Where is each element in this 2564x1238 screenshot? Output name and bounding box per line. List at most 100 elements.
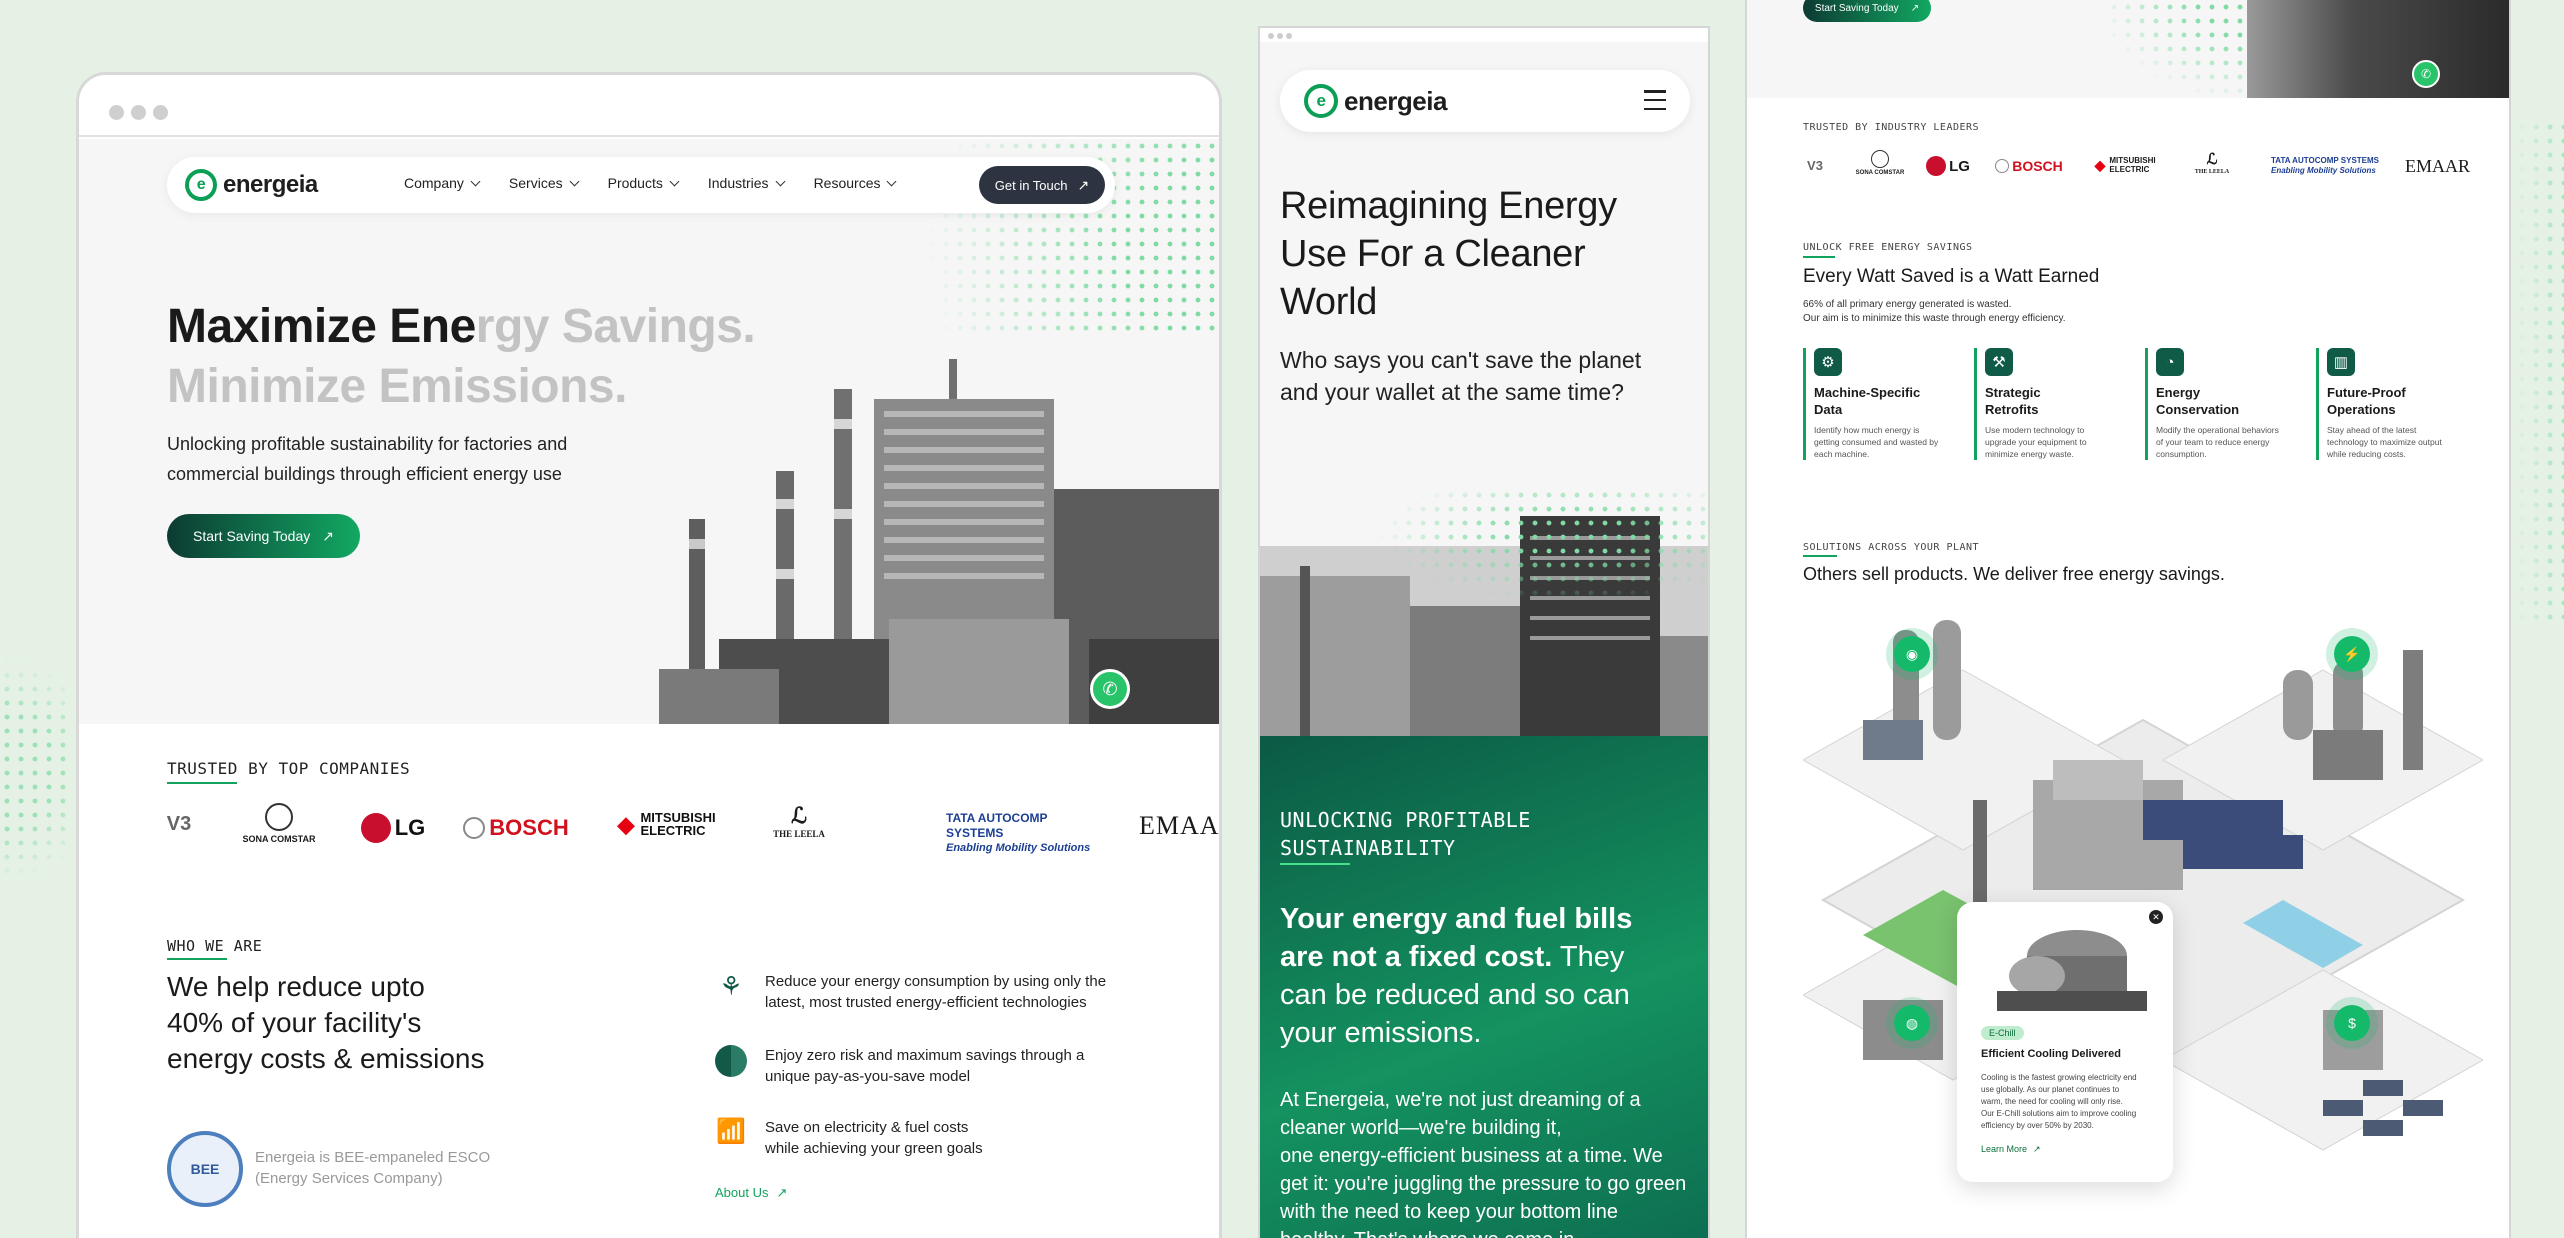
brand-logo[interactable]: e energeia: [185, 169, 318, 201]
logo-tagline: Enabling Mobility Solutions: [946, 842, 1091, 854]
menu-bar: [1644, 90, 1666, 93]
whatsapp-icon[interactable]: ✆: [2412, 60, 2440, 88]
browser-chrome: [79, 75, 1219, 137]
logo-text: THE LEELA: [2194, 169, 2230, 175]
unlock-label: UNLOCK FREE ENERGY SAVINGS: [1803, 242, 1973, 253]
subtitle-line: 66% of all primary energy generated is w…: [1803, 299, 2012, 310]
body-line: cleaner world—we're building it,: [1280, 1117, 1562, 1139]
logo-text: MITSUBISHI ELECTRIC: [2109, 156, 2156, 174]
feature-desc: upgrade your equipment to: [1985, 437, 2087, 447]
desktop-browser-window: e energeia Company Services Products Ind…: [76, 72, 1222, 1238]
nav-item-products[interactable]: Products: [608, 175, 680, 191]
nav-label: Industries: [707, 175, 769, 191]
card-body-line: use globally. As our planet continues to: [1981, 1085, 2120, 1094]
learn-more-link[interactable]: Learn More ↗: [1981, 1144, 2041, 1155]
label-underline: [1803, 256, 1835, 258]
nav-item-company[interactable]: Company: [404, 175, 481, 191]
sustainability-headline: Your energy and fuel bills are not a fix…: [1280, 900, 1700, 1052]
logo-bosch: BOSCH: [461, 815, 571, 841]
subtitle-line: and your wallet at the same time?: [1280, 379, 1624, 405]
get-in-touch-button[interactable]: Get in Touch ↗: [979, 166, 1105, 204]
logo-the-leela: ℒ THE LEELA: [759, 803, 839, 839]
desktop-navbar: e energeia Company Services Products Ind…: [167, 157, 1115, 213]
window-dot: [109, 105, 124, 120]
headline-rest: They: [1552, 941, 1625, 973]
feature-energy-conservation: ◔ Energy Conservation Modify the operatio…: [2145, 348, 2305, 460]
chevron-down-icon: [887, 176, 897, 186]
logo-v3: V3: [166, 813, 192, 835]
mitsubishi-diamonds-icon: ◆: [2094, 156, 2106, 173]
hero-subtitle: Unlocking profitable sustainability for …: [167, 429, 567, 489]
feature-desc: minimize energy waste.: [1985, 449, 2074, 459]
headline-line: energy costs & emissions: [167, 1043, 485, 1074]
logo-text: SONA COMSTAR: [1855, 170, 1905, 176]
benefit-line: Enjoy zero risk and maximum savings thro…: [765, 1047, 1085, 1064]
close-icon[interactable]: ✕: [2149, 910, 2163, 924]
sustainability-section: UNLOCKING PROFITABLE SUSTAINABILITY Your…: [1260, 736, 1708, 1238]
logo-tata-autocomp: TATA AUTOCOMP SYSTEMS Enabling Mobility …: [946, 811, 1106, 856]
trusted-label: TRUSTED BY INDUSTRY LEADERS: [1803, 122, 1980, 133]
feature-desc: Stay ahead of the latest: [2327, 425, 2417, 435]
nav-item-services[interactable]: Services: [509, 175, 580, 191]
leela-emblem-icon: ℒ: [791, 803, 807, 828]
window-dot: [131, 105, 146, 120]
solutions-label: SOLUTIONS ACROSS YOUR PLANT: [1803, 542, 1980, 553]
card-body-line: Cooling is the fastest growing electrici…: [1981, 1073, 2137, 1082]
window-dot: [1277, 33, 1283, 39]
energeia-logo-icon: e: [185, 169, 217, 201]
about-us-link[interactable]: About Us ↗: [715, 1185, 1195, 1201]
label-underline: [167, 958, 227, 960]
headline-line2: Minimize Emissions.: [167, 360, 627, 413]
logo-text: THE LEELA: [773, 829, 825, 839]
headline-line: Use For a Cleaner: [1280, 233, 1586, 275]
headline-line: Reimagining Energy: [1280, 185, 1617, 227]
bold-line: Your energy and fuel bills: [1280, 903, 1633, 935]
logo-lg: LG: [353, 813, 433, 843]
lg-emblem-icon: [1926, 156, 1947, 176]
logo-mitsubishi: ◆ MITSUBISHI ELECTRIC: [604, 811, 724, 837]
start-saving-button[interactable]: Start Saving Today ↗: [167, 514, 360, 558]
mobile-dot-pattern: [1360, 488, 1708, 608]
start-saving-button[interactable]: Start Saving Today ↗: [1803, 0, 1931, 22]
retrofit-gear-icon: ⚒: [1985, 348, 2013, 376]
whatsapp-icon[interactable]: ✆: [1090, 669, 1130, 709]
mobile-subtitle: Who says you can't save the planet and y…: [1280, 344, 1641, 408]
button-label: Start Saving Today: [1814, 2, 1899, 14]
feature-title: Future-Proof: [2327, 385, 2406, 400]
nav-label: Company: [404, 175, 464, 191]
brand-logo[interactable]: e energeia: [1304, 84, 1447, 118]
feature-machine-data: ⚙ Machine-Specific Data Identify how much…: [1803, 348, 1963, 460]
label-underline: [1803, 555, 1837, 557]
feature-desc: Use modern technology to: [1985, 425, 2085, 435]
bosch-emblem-icon: [463, 817, 486, 839]
link-label: Learn More: [1981, 1144, 2028, 1154]
chevron-down-icon: [669, 176, 680, 186]
benefit-line: unique pay-as-you-save model: [765, 1068, 971, 1085]
compressed-air-badge-icon[interactable]: ◉: [1894, 636, 1930, 672]
renewable-badge-icon[interactable]: $: [2334, 1005, 2370, 1041]
chevron-down-icon: [569, 176, 580, 186]
nav-item-industries[interactable]: Industries: [707, 175, 786, 191]
button-label: Start Saving Today: [193, 528, 311, 544]
feature-desc: of your team to reduce energy: [2156, 437, 2270, 447]
nav-label: Resources: [813, 175, 881, 191]
benefit-line: Save on electricity & fuel costs: [765, 1119, 969, 1136]
solutions-title: Others sell products. We deliver free en…: [1803, 564, 2225, 584]
half-circle-icon: [715, 1045, 747, 1077]
power-badge-icon[interactable]: ⚡: [2334, 636, 2370, 672]
logo-lg: LG: [1923, 156, 1973, 176]
boiler-badge-icon[interactable]: ◍: [1894, 1005, 1930, 1041]
hamburger-menu-icon[interactable]: [1644, 90, 1666, 110]
echill-card: ✕ E-Chill Efficient Cooling Delivered Co…: [1957, 902, 2173, 1182]
feature-desc: Modify the operational behaviors: [2156, 425, 2279, 435]
arrow-up-right-icon: ↗: [322, 527, 334, 544]
dot-pattern-right: [2515, 120, 2564, 620]
bee-seal-icon: BEE: [167, 1131, 243, 1207]
nav-item-resources[interactable]: Resources: [813, 175, 897, 191]
logo-text: BOSCH: [2012, 158, 2063, 174]
hero-headline: Maximize Energy Savings. Minimize Emissi…: [167, 297, 756, 417]
headline-line: your emissions.: [1280, 1017, 1482, 1049]
feature-title: Operations: [2327, 402, 2396, 417]
benefit-list: ⚘ Reduce your energy consumption by usin…: [715, 971, 1195, 1201]
label-line: UNLOCKING PROFITABLE: [1280, 808, 1531, 832]
